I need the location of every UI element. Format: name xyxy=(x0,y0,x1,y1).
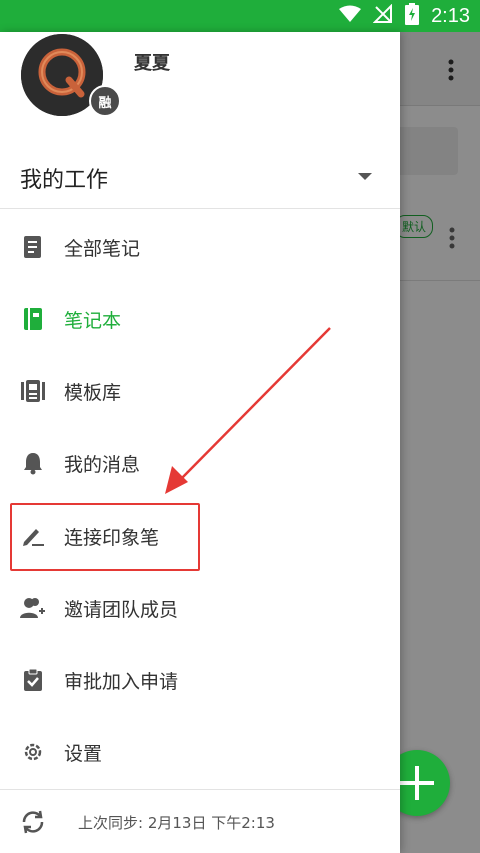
menu-label: 全部笔记 xyxy=(64,237,141,260)
menu-label: 审批加入申请 xyxy=(64,670,179,693)
notes-icon xyxy=(20,234,46,260)
menu-label: 模板库 xyxy=(64,381,122,404)
menu-item-all-notes[interactable]: 全部笔记 xyxy=(0,217,400,277)
last-sync-text: 上次同步: 2月13日 下午2:13 xyxy=(78,814,275,832)
workspace-selector[interactable]: 我的工作 xyxy=(0,150,400,208)
menu-item-settings[interactable]: 设置 xyxy=(0,722,400,782)
battery-charging-icon xyxy=(405,3,420,29)
sync-status[interactable]: 上次同步: 2月13日 下午2:13 xyxy=(0,790,400,853)
no-signal-icon xyxy=(372,3,393,28)
drawer-header: 融 夏夏 我的工作 xyxy=(0,32,400,208)
menu-item-invite-team[interactable]: 邀请团队成员 xyxy=(0,578,400,638)
menu-item-notebooks[interactable]: 笔记本 xyxy=(0,289,400,349)
template-icon xyxy=(20,378,46,404)
annotation-highlight-box xyxy=(10,503,200,571)
workspace-title: 我的工作 xyxy=(20,168,109,193)
menu-label: 设置 xyxy=(64,742,103,765)
sync-icon[interactable] xyxy=(20,809,46,835)
navigation-drawer: 融 夏夏 我的工作 全部笔记 笔记本 模板库 我的消息 连接印象笔 邀请团队成员… xyxy=(0,32,400,853)
caret-down-icon xyxy=(358,173,372,180)
menu-label: 笔记本 xyxy=(64,309,122,332)
status-bar: 2:13 xyxy=(0,0,480,32)
menu-item-messages[interactable]: 我的消息 xyxy=(0,433,400,493)
wifi-icon xyxy=(339,5,362,27)
status-time: 2:13 xyxy=(431,4,470,27)
invite-team-icon xyxy=(20,595,46,621)
menu-label: 邀请团队成员 xyxy=(64,598,179,621)
clipboard-check-icon xyxy=(20,667,46,693)
menu-item-approve-requests[interactable]: 审批加入申请 xyxy=(0,650,400,710)
user-name[interactable]: 夏夏 xyxy=(134,49,170,75)
divider xyxy=(0,208,400,209)
menu-item-templates[interactable]: 模板库 xyxy=(0,361,400,421)
bell-icon xyxy=(20,450,46,476)
avatar-badge: 融 xyxy=(89,85,121,117)
menu-label: 我的消息 xyxy=(64,453,141,476)
gear-icon xyxy=(20,739,46,765)
status-icons: 2:13 xyxy=(339,3,470,29)
notebook-icon xyxy=(20,306,46,332)
